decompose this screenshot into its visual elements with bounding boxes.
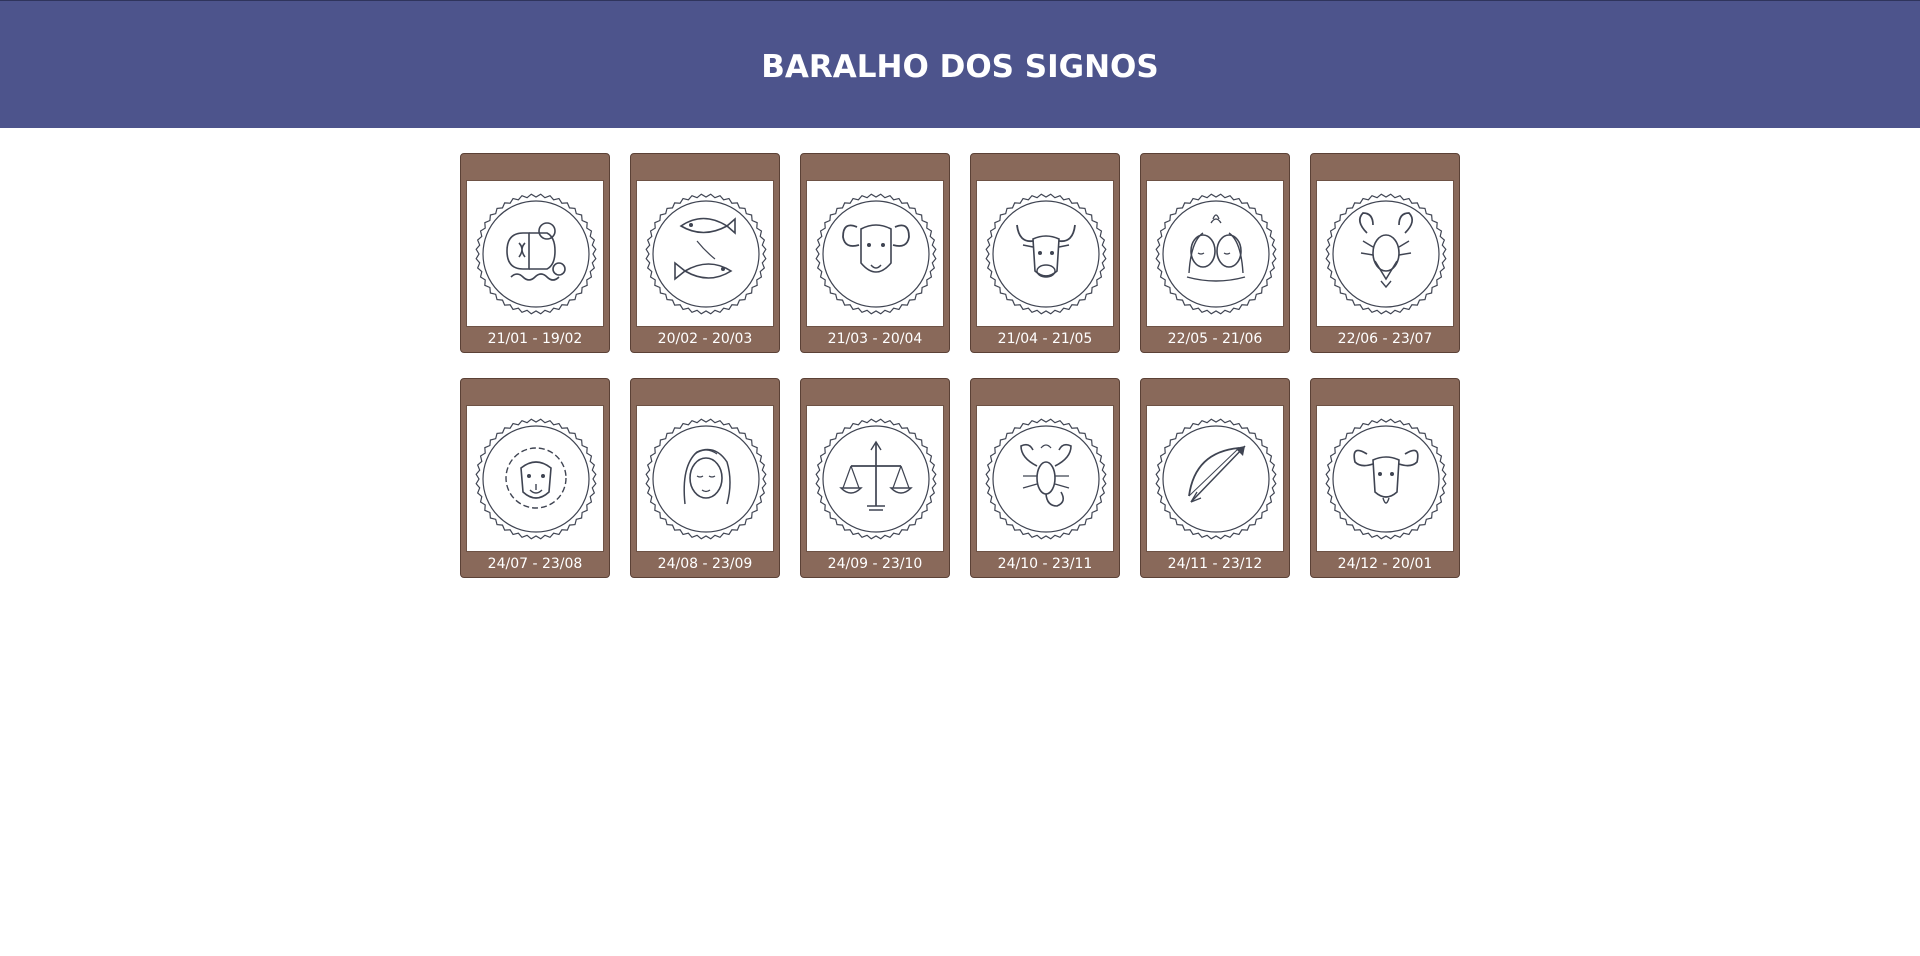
virgo-icon — [636, 405, 774, 552]
zodiac-card-leo[interactable]: 24/07 - 23/08 — [460, 378, 610, 578]
libra-icon — [806, 405, 944, 552]
card-date-range: 21/03 - 20/04 — [827, 331, 923, 347]
scorpio-icon — [976, 405, 1114, 552]
card-grid: 21/01 - 19/02 20/02 - 20/03 21/03 - 20/0… — [460, 153, 1460, 578]
zodiac-card-aries[interactable]: 21/03 - 20/04 — [800, 153, 950, 353]
card-date-range: 24/07 - 23/08 — [487, 556, 583, 572]
zodiac-card-libra[interactable]: 24/09 - 23/10 — [800, 378, 950, 578]
card-date-range: 22/05 - 21/06 — [1167, 331, 1263, 347]
cancer-icon — [1316, 180, 1454, 327]
leo-icon — [466, 405, 604, 552]
pisces-icon — [636, 180, 774, 327]
zodiac-card-aquarius[interactable]: 21/01 - 19/02 — [460, 153, 610, 353]
card-date-range: 24/10 - 23/11 — [997, 556, 1093, 572]
card-date-range: 21/01 - 19/02 — [487, 331, 583, 347]
page-header: BARALHO DOS SIGNOS — [0, 0, 1920, 128]
card-date-range: 24/11 - 23/12 — [1167, 556, 1263, 572]
card-date-range: 20/02 - 20/03 — [657, 331, 753, 347]
zodiac-card-gemini[interactable]: 22/05 - 21/06 — [1140, 153, 1290, 353]
card-date-range: 21/04 - 21/05 — [997, 331, 1093, 347]
taurus-icon — [976, 180, 1114, 327]
zodiac-card-taurus[interactable]: 21/04 - 21/05 — [970, 153, 1120, 353]
zodiac-card-cancer[interactable]: 22/06 - 23/07 — [1310, 153, 1460, 353]
card-date-range: 24/12 - 20/01 — [1337, 556, 1433, 572]
card-date-range: 24/08 - 23/09 — [657, 556, 753, 572]
capricorn-icon — [1316, 405, 1454, 552]
page-title: BARALHO DOS SIGNOS — [761, 49, 1159, 85]
zodiac-card-sagittarius[interactable]: 24/11 - 23/12 — [1140, 378, 1290, 578]
aquarius-icon — [466, 180, 604, 327]
aries-icon — [806, 180, 944, 327]
zodiac-card-capricorn[interactable]: 24/12 - 20/01 — [1310, 378, 1460, 578]
zodiac-card-pisces[interactable]: 20/02 - 20/03 — [630, 153, 780, 353]
sagittarius-icon — [1146, 405, 1284, 552]
card-date-range: 24/09 - 23/10 — [827, 556, 923, 572]
zodiac-card-virgo[interactable]: 24/08 - 23/09 — [630, 378, 780, 578]
card-date-range: 22/06 - 23/07 — [1337, 331, 1433, 347]
zodiac-card-scorpio[interactable]: 24/10 - 23/11 — [970, 378, 1120, 578]
gemini-icon — [1146, 180, 1284, 327]
